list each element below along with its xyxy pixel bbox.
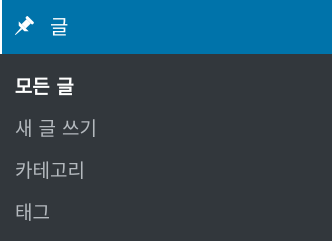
submenu-item-label: 새 글 쓰기 [15, 117, 97, 140]
posts-menu-title: 글 [50, 15, 69, 39]
posts-submenu: 모든 글 새 글 쓰기 카테고리 태그 [0, 64, 332, 232]
pin-icon [10, 14, 36, 40]
submenu-item-categories[interactable]: 카테고리 [0, 148, 332, 190]
submenu-item-tags[interactable]: 태그 [0, 190, 332, 232]
submenu-item-add-new[interactable]: 새 글 쓰기 [0, 106, 332, 148]
submenu-item-label: 모든 글 [15, 75, 75, 98]
submenu-item-label: 카테고리 [15, 159, 85, 182]
posts-admin-menu: 글 모든 글 새 글 쓰기 카테고리 태그 [0, 0, 332, 241]
submenu-item-all-posts[interactable]: 모든 글 [0, 64, 332, 106]
submenu-item-label: 태그 [15, 201, 50, 224]
posts-menu-header[interactable]: 글 [0, 0, 332, 54]
